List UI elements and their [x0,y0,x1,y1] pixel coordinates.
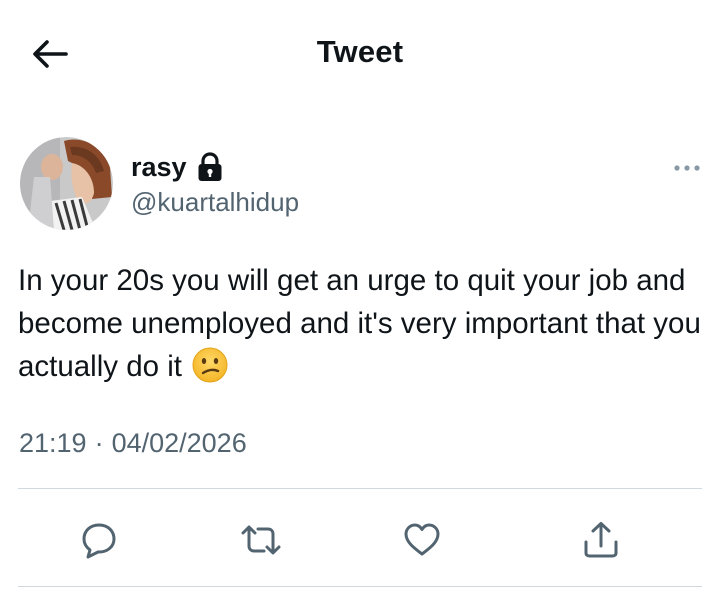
reply-button[interactable] [77,518,121,562]
page-title: Tweet [316,34,404,69]
action-bar [0,510,720,566]
lock-icon [197,152,223,182]
user-handle[interactable]: @kuartalhidup [131,187,299,218]
tweet-text: In your 20s you will get an urge to quit… [18,264,701,383]
tweet-timestamp: 21:19 · 04/02/2026 [19,428,247,459]
like-button[interactable] [400,518,444,562]
divider-top [18,488,702,489]
tweet-body: In your 20s you will get an urge to quit… [18,259,708,388]
author-name-row: rasy [131,148,223,186]
top-bar: Tweet [0,0,720,108]
more-options-button[interactable] [672,158,706,178]
tweet-time: 21:19 [19,428,87,458]
retweet-icon [241,525,281,555]
confused-face-emoji [192,347,228,383]
heart-icon [404,523,440,556]
more-horizontal-icon [674,165,700,171]
tweet-date: 04/02/2026 [111,428,247,458]
retweet-button[interactable] [239,518,283,562]
share-icon [584,522,618,558]
reply-icon [82,523,116,559]
avatar[interactable] [20,137,113,230]
share-button[interactable] [579,518,623,562]
timestamp-separator: · [94,428,104,458]
display-name[interactable]: rasy [131,152,187,183]
divider-bottom [18,586,702,587]
